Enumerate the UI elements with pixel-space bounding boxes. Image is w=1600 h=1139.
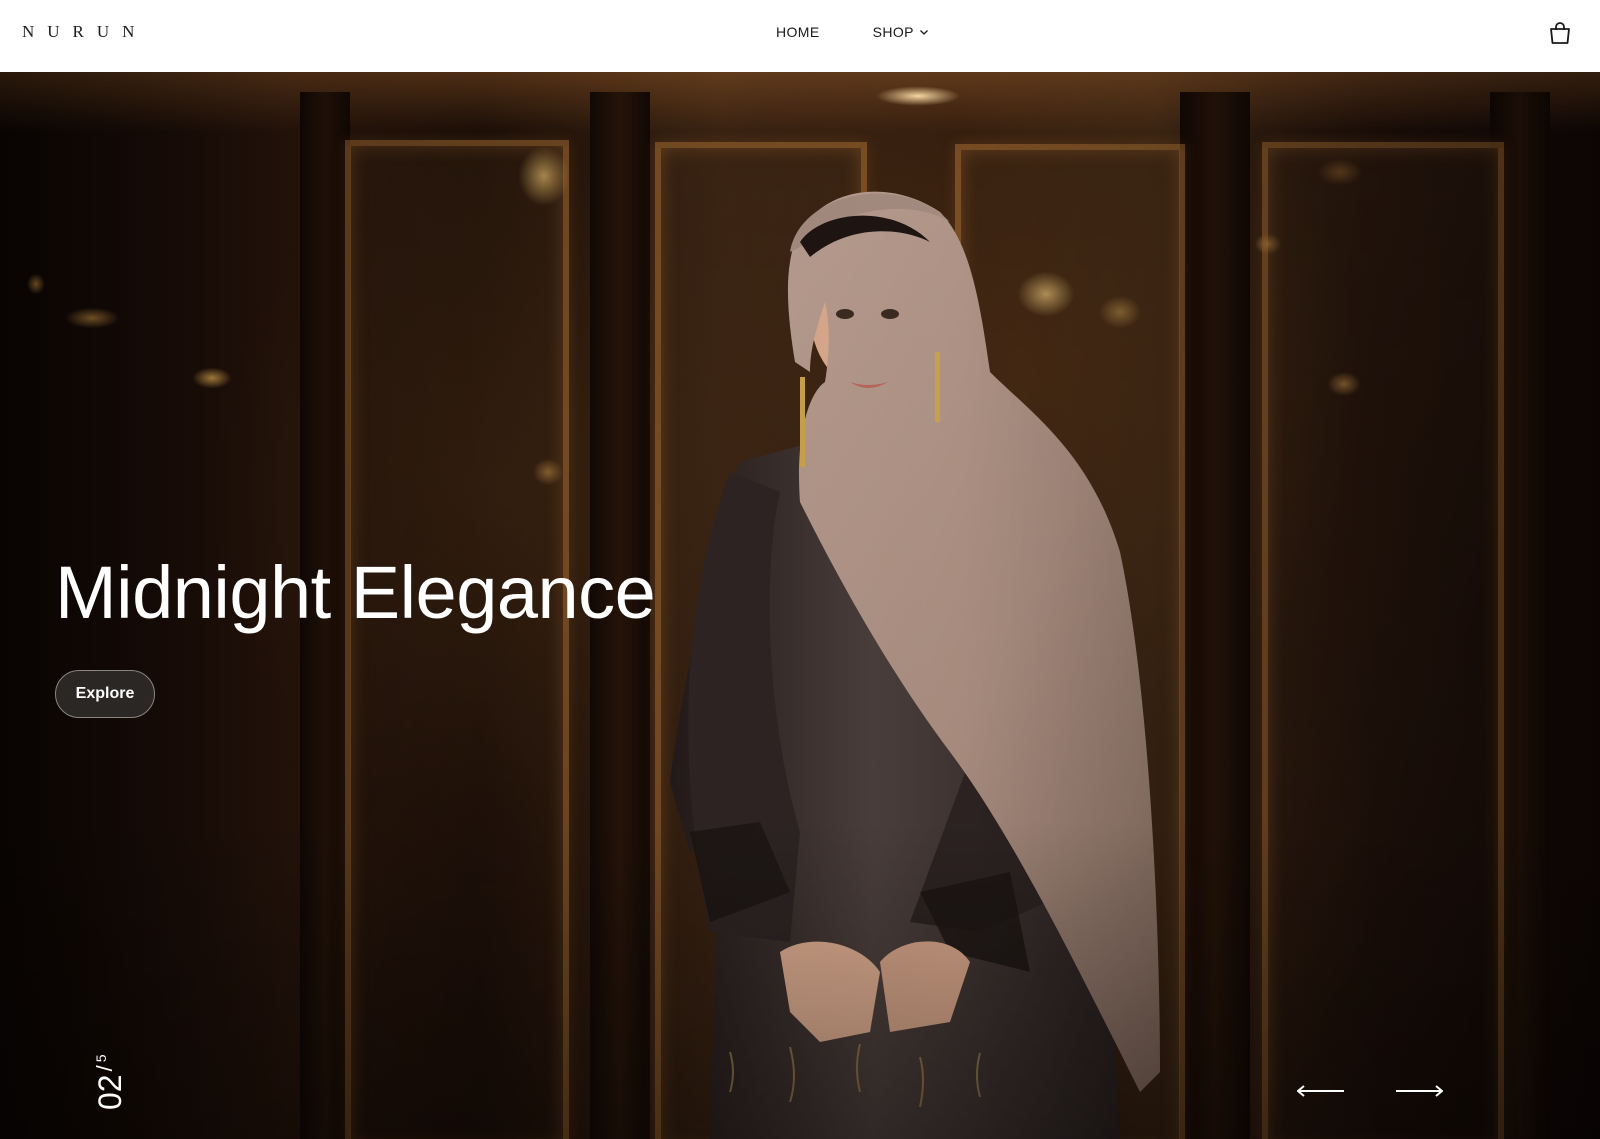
nav-item-shop[interactable]: SHOP xyxy=(873,24,929,40)
slide-separator: / xyxy=(92,1065,117,1072)
hero-title: Midnight Elegance xyxy=(55,551,656,634)
main-nav: HOME SHOP xyxy=(776,24,929,40)
chevron-down-icon xyxy=(919,30,928,35)
shopping-bag-icon[interactable] xyxy=(1547,20,1573,46)
brand-logo[interactable]: NURUN xyxy=(22,22,147,42)
slide-total: 5 xyxy=(93,1054,109,1063)
arrow-right-icon[interactable] xyxy=(1395,1084,1443,1098)
slide-counter: 02 / 5 xyxy=(92,970,172,1110)
arrow-left-icon[interactable] xyxy=(1297,1084,1345,1098)
slide-current: 02 xyxy=(92,1074,128,1110)
site-header: NURUN HOME SHOP xyxy=(0,0,1600,72)
nav-item-shop-label: SHOP xyxy=(872,24,914,40)
explore-button[interactable]: Explore xyxy=(55,670,155,718)
nav-item-home-label: HOME xyxy=(776,24,820,40)
nav-item-home[interactable]: HOME xyxy=(776,24,820,40)
hero-slider: Midnight Elegance Explore 02 / 5 xyxy=(0,72,1600,1139)
